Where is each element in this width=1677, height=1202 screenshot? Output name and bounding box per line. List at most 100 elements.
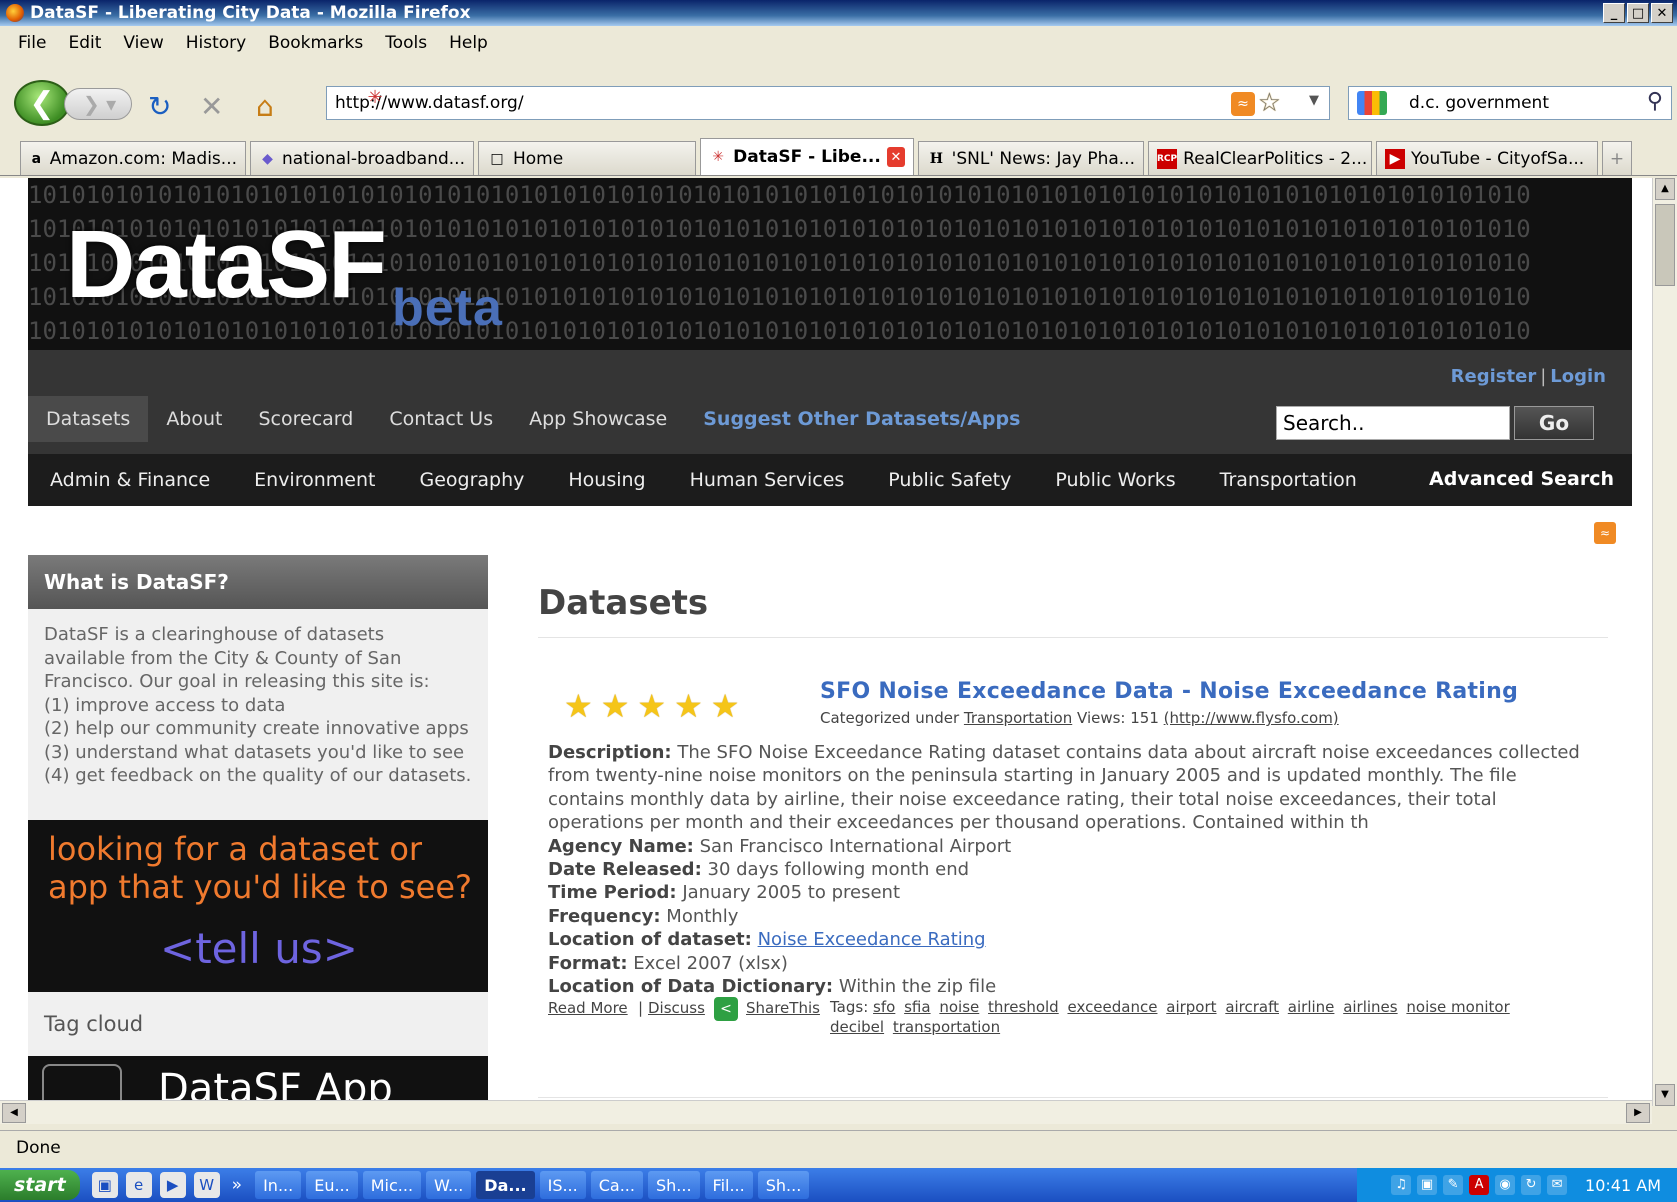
tag-link[interactable]: decibel [830, 1018, 884, 1036]
category-transportation[interactable]: Transportation [1198, 469, 1379, 491]
forward-button[interactable]: ❯ ▾ [64, 88, 132, 120]
site-search-input[interactable]: Search.. [1276, 406, 1510, 440]
volume-icon[interactable]: ♫ [1391, 1175, 1412, 1195]
tag-link[interactable]: airport [1166, 998, 1216, 1016]
tag-link[interactable]: airlines [1343, 998, 1397, 1016]
sharethis-link[interactable]: ShareThis [746, 999, 820, 1017]
tag-link[interactable]: sfo [873, 998, 895, 1016]
star-icon[interactable]: ★ [637, 687, 666, 725]
dataset-title-link[interactable]: SFO Noise Exceedance Data - Noise Exceed… [820, 679, 1518, 704]
category-public-safety[interactable]: Public Safety [866, 469, 1033, 491]
taskbar-item[interactable]: Ca... [590, 1171, 643, 1199]
show-desktop-icon[interactable]: ▣ [91, 1172, 118, 1198]
nav-datasets[interactable]: Datasets [28, 396, 149, 442]
suggest-promo-banner[interactable]: looking for a dataset or app that you'd … [28, 819, 488, 992]
nav-scorecard[interactable]: Scorecard [241, 396, 372, 442]
login-link[interactable]: Login [1550, 366, 1606, 387]
menu-history[interactable]: History [186, 33, 246, 53]
scroll-left-icon[interactable]: ◀ [2, 1103, 26, 1123]
mail-icon[interactable]: ✉ [1547, 1175, 1568, 1195]
close-tab-icon[interactable]: ✕ [886, 147, 905, 167]
horizontal-scrollbar[interactable]: ◀ ▶ [0, 1100, 1652, 1124]
acrobat-icon[interactable]: A [1469, 1175, 1490, 1195]
dataset-location-link[interactable]: Noise Exceedance Rating [758, 929, 986, 950]
google-engine-icon[interactable] [1357, 91, 1387, 115]
menu-file[interactable]: File [18, 33, 46, 53]
bookmark-star-icon[interactable]: ☆ [1258, 88, 1281, 118]
discuss-link[interactable]: Discuss [648, 999, 705, 1017]
star-icon[interactable]: ★ [674, 687, 703, 725]
back-button[interactable]: ❮ [14, 80, 70, 126]
category-geography[interactable]: Geography [397, 469, 546, 491]
menu-bookmarks[interactable]: Bookmarks [268, 33, 363, 53]
media-player-icon[interactable]: ▶ [159, 1172, 186, 1198]
close-button[interactable]: ✕ [1651, 3, 1673, 23]
tab-realclearpolitics[interactable]: RCP RealClearPolitics - 2... [1148, 141, 1372, 175]
url-dropdown-icon[interactable]: ▼ [1309, 93, 1319, 108]
tab-datasf[interactable]: ✳ DataSF - Libe... ✕ [700, 138, 914, 175]
nav-app-showcase[interactable]: App Showcase [511, 396, 685, 442]
taskbar-item[interactable]: Sh... [757, 1171, 810, 1199]
reload-icon[interactable]: ↻ [148, 90, 171, 123]
category-admin-finance[interactable]: Admin & Finance [28, 469, 232, 491]
tab-youtube[interactable]: ▶ YouTube - CityofSa... [1376, 141, 1598, 175]
new-tab-button[interactable]: + [1602, 141, 1632, 175]
scrollbar-thumb[interactable] [1655, 204, 1675, 286]
nav-about[interactable]: About [148, 396, 240, 442]
taskbar-item[interactable]: Mic... [362, 1171, 422, 1199]
category-environment[interactable]: Environment [232, 469, 397, 491]
tab-snl-news[interactable]: H 'SNL' News: Jay Pha... [918, 141, 1144, 175]
more-quicklaunch-icon[interactable]: » [232, 1175, 242, 1195]
taskbar-item[interactable]: W... [426, 1171, 472, 1199]
tab-amazon[interactable]: a Amazon.com: Madis... [20, 141, 246, 175]
menu-view[interactable]: View [123, 33, 163, 53]
star-icon[interactable]: ★ [711, 687, 740, 725]
share-icon[interactable]: < [714, 997, 738, 1021]
tab-home[interactable]: □ Home [478, 141, 696, 175]
start-button[interactable]: start [0, 1170, 80, 1200]
nav-suggest[interactable]: Suggest Other Datasets/Apps [685, 396, 1038, 442]
category-public-works[interactable]: Public Works [1033, 469, 1197, 491]
taskbar-item[interactable]: In... [255, 1171, 302, 1199]
scroll-down-icon[interactable]: ▼ [1655, 1084, 1675, 1106]
tag-link[interactable]: transportation [893, 1018, 1000, 1036]
category-human-services[interactable]: Human Services [668, 469, 867, 491]
tag-link[interactable]: airline [1288, 998, 1335, 1016]
tag-link[interactable]: noise [939, 998, 979, 1016]
taskbar-item[interactable]: Fil... [704, 1171, 753, 1199]
rss-feed-icon[interactable]: ≈ [1231, 92, 1255, 116]
menu-tools[interactable]: Tools [385, 33, 427, 53]
source-link[interactable]: (http://www.flysfo.com) [1164, 709, 1339, 727]
search-engine-input[interactable]: d.c. government [1409, 93, 1549, 113]
home-icon[interactable]: ⌂ [256, 90, 274, 123]
tag-link[interactable]: noise monitor [1406, 998, 1509, 1016]
minimize-button[interactable]: _ [1603, 3, 1625, 23]
security-icon[interactable]: ◉ [1495, 1175, 1516, 1195]
internet-explorer-icon[interactable]: e [125, 1172, 152, 1198]
rss-icon[interactable]: ≈ [1594, 522, 1616, 544]
network-icon[interactable]: ▣ [1417, 1175, 1438, 1195]
stop-icon[interactable]: ✕ [200, 90, 223, 123]
url-bar[interactable]: ✳ http://www.datasf.org/ ≈ ☆ ▼ [326, 86, 1330, 120]
tab-national-broadband[interactable]: ◆ national-broadband... [250, 141, 474, 175]
taskbar-item[interactable]: IS... [539, 1171, 586, 1199]
star-icon[interactable]: ★ [564, 687, 593, 725]
app-banner[interactable]: DataSF App [28, 1055, 488, 1106]
menu-edit[interactable]: Edit [68, 33, 101, 53]
tag-link[interactable]: sfia [904, 998, 930, 1016]
star-icon[interactable]: ★ [601, 687, 630, 725]
tool-icon[interactable]: ✎ [1443, 1175, 1464, 1195]
read-more-link[interactable]: Read More [548, 999, 628, 1017]
menu-help[interactable]: Help [449, 33, 488, 53]
taskbar-item-active[interactable]: Da... [476, 1171, 535, 1199]
update-icon[interactable]: ↻ [1521, 1175, 1542, 1195]
category-housing[interactable]: Housing [546, 469, 667, 491]
scroll-right-icon[interactable]: ▶ [1626, 1103, 1650, 1123]
tag-link[interactable]: threshold [988, 998, 1059, 1016]
register-link[interactable]: Register [1451, 366, 1537, 387]
word-icon[interactable]: W [193, 1172, 220, 1198]
taskbar-item[interactable]: Sh... [647, 1171, 700, 1199]
tag-link[interactable]: exceedance [1067, 998, 1157, 1016]
search-icon[interactable]: ⚲ [1647, 89, 1663, 114]
vertical-scrollbar[interactable]: ▲ ▼ [1652, 178, 1677, 1106]
